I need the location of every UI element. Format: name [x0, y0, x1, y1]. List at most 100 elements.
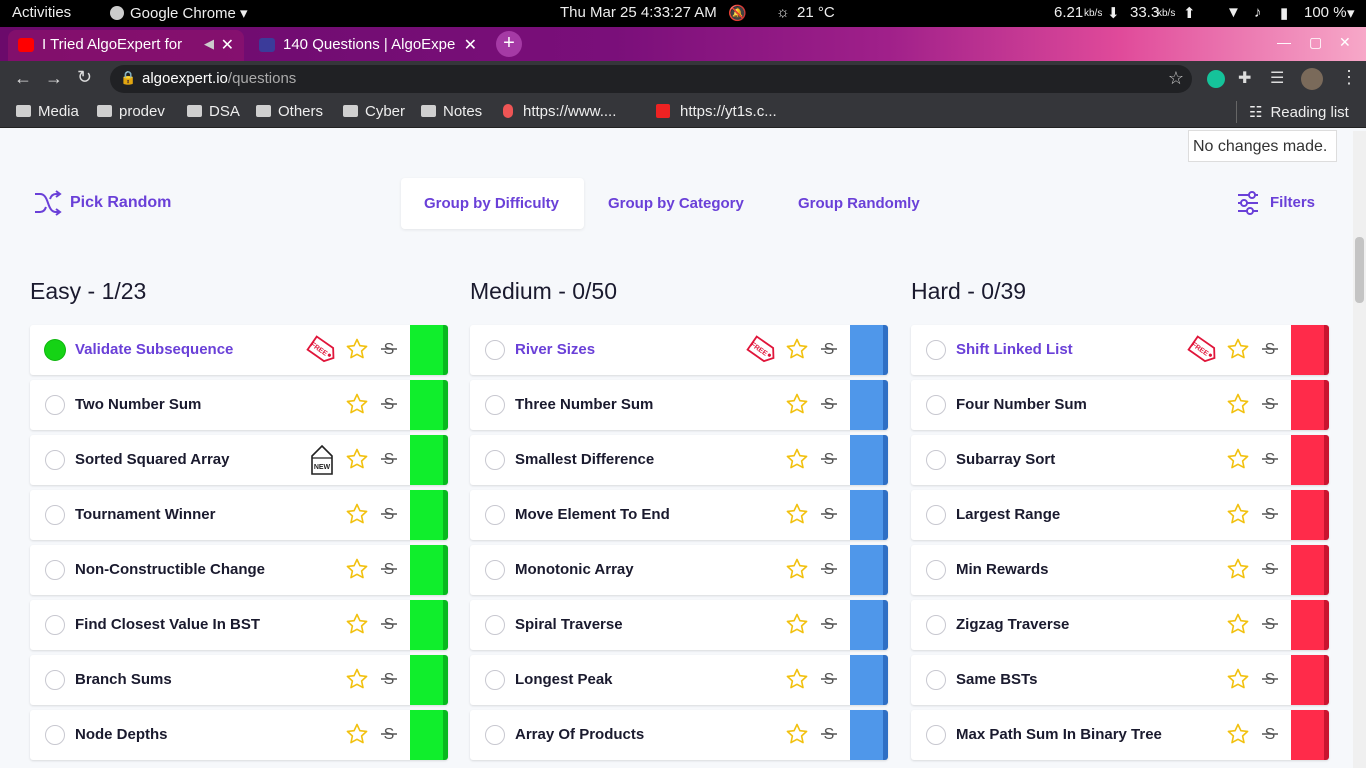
question-name[interactable]: Longest Peak [515, 671, 613, 688]
question-name[interactable]: Same BSTs [956, 671, 1037, 688]
wifi-icon[interactable]: ▼ [1226, 4, 1241, 21]
star-icon[interactable] [1226, 557, 1250, 581]
completion-checkbox[interactable] [45, 615, 65, 635]
star-icon[interactable] [1226, 722, 1250, 746]
question-name[interactable]: Validate Subsequence [75, 341, 233, 358]
back-arrow-icon[interactable]: ← [14, 68, 32, 89]
strikethrough-icon[interactable]: S [820, 505, 838, 523]
close-window-icon[interactable]: ✕ [1339, 34, 1351, 51]
clock[interactable]: Thu Mar 25 4:33:27 AM [560, 4, 717, 21]
question-row[interactable]: Four Number Sum S [911, 380, 1329, 430]
star-icon[interactable] [345, 337, 369, 361]
completion-checkbox[interactable] [485, 395, 505, 415]
question-name[interactable]: River Sizes [515, 341, 595, 358]
strikethrough-icon[interactable]: S [820, 340, 838, 358]
strikethrough-icon[interactable]: S [820, 450, 838, 468]
question-row[interactable]: Move Element To End S [470, 490, 888, 540]
extensions-icon[interactable]: ✚ [1238, 68, 1251, 88]
completion-checkbox[interactable] [926, 725, 946, 745]
strikethrough-icon[interactable]: S [380, 340, 398, 358]
star-icon[interactable] [1226, 667, 1250, 691]
star-icon[interactable] [345, 722, 369, 746]
question-name[interactable]: Four Number Sum [956, 396, 1087, 413]
star-icon[interactable] [785, 612, 809, 636]
activities-button[interactable]: Activities [12, 4, 71, 21]
strikethrough-icon[interactable]: S [380, 395, 398, 413]
strikethrough-icon[interactable]: S [380, 670, 398, 688]
grammarly-icon[interactable] [1207, 70, 1225, 88]
question-name[interactable]: Min Rewards [956, 561, 1049, 578]
page-scrollbar[interactable] [1353, 131, 1366, 768]
question-name[interactable]: Find Closest Value In BST [75, 616, 260, 633]
question-name[interactable]: Three Number Sum [515, 396, 653, 413]
tab-algoexpert[interactable]: 140 Questions | AlgoExpe ✕ [249, 30, 487, 61]
completion-checkbox[interactable] [45, 450, 65, 470]
question-name[interactable]: Two Number Sum [75, 396, 201, 413]
question-name[interactable]: Branch Sums [75, 671, 172, 688]
strikethrough-icon[interactable]: S [820, 395, 838, 413]
strikethrough-icon[interactable]: S [1261, 615, 1279, 633]
star-icon[interactable] [1226, 392, 1250, 416]
star-icon[interactable] [345, 667, 369, 691]
completion-checkbox[interactable] [45, 725, 65, 745]
question-row[interactable]: Sorted Squared Array NEW S [30, 435, 448, 485]
question-row[interactable]: Same BSTs S [911, 655, 1329, 705]
close-tab-icon[interactable]: ✕ [221, 35, 234, 55]
question-row[interactable]: Node Depths S [30, 710, 448, 760]
strikethrough-icon[interactable]: S [1261, 450, 1279, 468]
strikethrough-icon[interactable]: S [380, 450, 398, 468]
completion-checkbox[interactable] [926, 450, 946, 470]
completion-checkbox[interactable] [45, 395, 65, 415]
strikethrough-icon[interactable]: S [380, 615, 398, 633]
power-menu-icon[interactable]: ▾ [1347, 4, 1355, 22]
star-icon[interactable] [785, 502, 809, 526]
question-row[interactable]: Array Of Products S [470, 710, 888, 760]
media-control-icon[interactable]: ☰ [1270, 68, 1284, 88]
group-by-category-tab[interactable]: Group by Category [608, 178, 744, 229]
question-row[interactable]: Subarray Sort S [911, 435, 1329, 485]
bookmark-star-icon[interactable]: ☆ [1168, 68, 1184, 89]
completion-checkbox[interactable] [485, 560, 505, 580]
completion-checkbox[interactable] [485, 340, 505, 360]
completion-checkbox[interactable] [45, 505, 65, 525]
question-row[interactable]: River Sizes FREE S [470, 325, 888, 375]
star-icon[interactable] [345, 447, 369, 471]
star-icon[interactable] [785, 337, 809, 361]
star-icon[interactable] [1226, 337, 1250, 361]
strikethrough-icon[interactable]: S [1261, 505, 1279, 523]
bookmark-folder[interactable]: Media [16, 103, 79, 120]
question-name[interactable]: Monotonic Array [515, 561, 634, 578]
question-name[interactable]: Largest Range [956, 506, 1060, 523]
completion-checkbox[interactable] [485, 670, 505, 690]
reading-list-button[interactable]: ☷ Reading list [1249, 103, 1349, 121]
question-row[interactable]: Zigzag Traverse S [911, 600, 1329, 650]
star-icon[interactable] [785, 557, 809, 581]
volume-icon[interactable]: ♪ [1254, 4, 1262, 21]
question-name[interactable]: Move Element To End [515, 506, 670, 523]
star-icon[interactable] [1226, 502, 1250, 526]
question-row[interactable]: Min Rewards S [911, 545, 1329, 595]
completion-checkbox[interactable] [45, 340, 65, 360]
pick-random-button[interactable]: Pick Random [34, 190, 171, 221]
strikethrough-icon[interactable]: S [820, 725, 838, 743]
star-icon[interactable] [785, 447, 809, 471]
strikethrough-icon[interactable]: S [380, 725, 398, 743]
reload-icon[interactable]: ↻ [77, 67, 92, 88]
question-row[interactable]: Two Number Sum S [30, 380, 448, 430]
bookmark-folder[interactable]: prodev [97, 103, 165, 120]
question-row[interactable]: Find Closest Value In BST S [30, 600, 448, 650]
question-row[interactable]: Longest Peak S [470, 655, 888, 705]
question-name[interactable]: Zigzag Traverse [956, 616, 1069, 633]
bookmark-link[interactable]: https://www.... [503, 103, 616, 120]
question-name[interactable]: Non-Constructible Change [75, 561, 265, 578]
question-name[interactable]: Spiral Traverse [515, 616, 623, 633]
question-row[interactable]: Branch Sums S [30, 655, 448, 705]
battery-icon[interactable]: ▮ [1280, 4, 1288, 22]
question-row[interactable]: Spiral Traverse S [470, 600, 888, 650]
question-row[interactable]: Monotonic Array S [470, 545, 888, 595]
new-tab-button[interactable]: + [496, 31, 522, 57]
avatar[interactable] [1301, 68, 1323, 90]
close-tab-icon[interactable]: ✕ [464, 35, 477, 55]
strikethrough-icon[interactable]: S [1261, 340, 1279, 358]
completion-checkbox[interactable] [45, 560, 65, 580]
